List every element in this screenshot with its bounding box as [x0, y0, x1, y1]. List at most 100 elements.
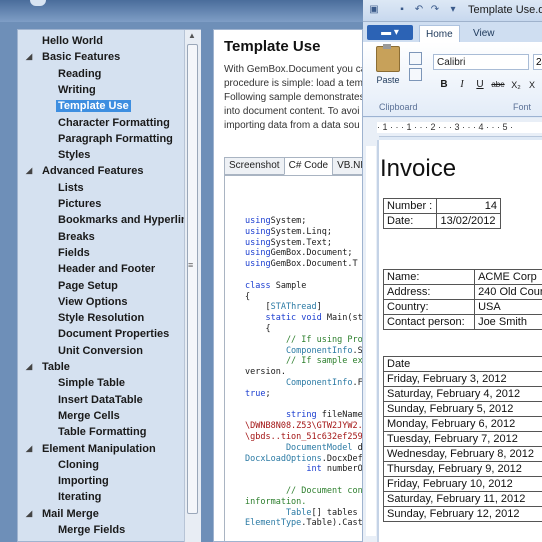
subscript-button[interactable]: X₂: [509, 78, 523, 92]
table-row: Wednesday, February 8, 2012: [383, 446, 542, 462]
tree-item-label: Writing: [58, 83, 96, 96]
code-tab[interactable]: C# Code: [283, 157, 334, 175]
description-line: Following sample demonstrates: [224, 92, 363, 103]
tree-item[interactable]: Paragraph Formatting: [56, 131, 175, 147]
superscript-button[interactable]: X: [525, 78, 539, 92]
tree-item[interactable]: Lists: [56, 180, 86, 196]
tree-item[interactable]: Document Properties: [56, 326, 171, 342]
tree-item[interactable]: ◢ Advanced Features: [26, 163, 145, 179]
tree-scrollbar[interactable]: ▲ ≡: [184, 30, 201, 542]
tree-item[interactable]: Merge Fields: [56, 522, 127, 538]
redo-icon[interactable]: ↷: [429, 4, 441, 16]
code-token: using: [245, 226, 271, 237]
underline-button[interactable]: U: [473, 78, 487, 92]
sample-tree: Hello World ◢ Basic Features Reading Writing…: [17, 29, 201, 542]
code-token: [: [245, 302, 271, 313]
tree-item[interactable]: Insert DataTable: [56, 392, 145, 408]
code-line: {: [245, 324, 362, 335]
tree-item[interactable]: Reading: [56, 66, 103, 82]
font-size-box[interactable]: 24: [533, 54, 542, 70]
font-name-box[interactable]: Calibri: [433, 54, 529, 70]
tree-item[interactable]: Unit Conversion: [56, 343, 145, 359]
table-cell: ACME Corp: [474, 269, 542, 285]
expand-arrow-icon[interactable]: ◢: [26, 441, 32, 457]
scroll-thumb[interactable]: [187, 44, 198, 514]
code-line: ComponentInfo.S: [245, 346, 362, 357]
description-line: importing data from a data sou: [224, 120, 360, 131]
code-line: // If using Pro: [245, 335, 362, 346]
code-token: System.Text;: [270, 237, 333, 248]
tree-item[interactable]: ◢ Mail Merge: [26, 506, 101, 522]
tree-item[interactable]: Importing: [56, 473, 111, 489]
italic-button[interactable]: I: [455, 78, 469, 92]
code-line: Table[] tables: [245, 508, 362, 519]
strikethrough-button[interactable]: abe: [491, 78, 505, 92]
tree-item-label: Character Formatting: [58, 116, 170, 129]
code-line: [STAThread]: [245, 302, 362, 313]
save-icon[interactable]: ▪: [396, 4, 408, 16]
customize-toolbar-icon[interactable]: ▾: [447, 4, 459, 16]
cut-icon[interactable]: [409, 52, 422, 65]
document-page[interactable]: Invoice Number :14 Date: 13/02/2012 Name: A…: [379, 140, 542, 542]
expand-arrow-icon[interactable]: ◢: [26, 163, 32, 179]
date-cell: Saturday, February 11, 2012: [383, 491, 542, 507]
tree-item[interactable]: Template Use: [56, 98, 131, 114]
tab-home[interactable]: Home: [419, 25, 460, 43]
word-app-icon[interactable]: ▣: [368, 4, 380, 16]
expand-arrow-icon[interactable]: ◢: [26, 49, 32, 65]
tree-item[interactable]: Fields: [56, 245, 92, 261]
table-row: Friday, February 10, 2012: [383, 476, 542, 492]
tree-item[interactable]: Style Resolution: [56, 310, 146, 326]
code-tab[interactable]: Screenshot: [224, 157, 285, 175]
tree-item[interactable]: Cloning: [56, 457, 101, 473]
tree-item-label: Mail Merge: [42, 507, 99, 520]
paste-button[interactable]: Paste: [371, 44, 405, 98]
table-row: Saturday, February 4, 2012: [383, 386, 542, 402]
tree-item[interactable]: Header and Footer: [56, 261, 157, 277]
code-token: Main(st: [321, 313, 363, 324]
description-text: With GemBox.Document you ca procedure is …: [224, 63, 363, 133]
tree-item[interactable]: Merge Cells: [56, 408, 122, 424]
expand-arrow-icon[interactable]: ◢: [26, 359, 32, 375]
table-cell: Joe Smith: [474, 314, 542, 330]
tree-item[interactable]: Page Setup: [56, 278, 120, 294]
code-tab[interactable]: VB.NE: [332, 157, 362, 175]
customer-table: Name: ACME Corp Address: 240 Old Cour Countr…: [382, 269, 542, 330]
tree-item[interactable]: ◢ Element Manipulation: [26, 441, 158, 457]
copy-icon[interactable]: [409, 68, 422, 81]
code-token: fileName: [316, 410, 363, 421]
expand-arrow-icon[interactable]: ◢: [26, 506, 32, 522]
tree-item[interactable]: View Options: [56, 294, 129, 310]
tab-view[interactable]: View: [467, 25, 501, 42]
tree-item[interactable]: Breaks: [56, 229, 97, 245]
tree-item[interactable]: Character Formatting: [56, 115, 172, 131]
code-view[interactable]: usingSystem; usingSystem.Linq; usingSystem…: [224, 175, 363, 541]
tree-item[interactable]: Pictures: [56, 196, 103, 212]
tree-item[interactable]: ◢ Table: [26, 359, 72, 375]
tree-item-label: Breaks: [58, 230, 95, 243]
table-cell: Number :: [382, 198, 438, 214]
undo-icon[interactable]: ↶: [413, 4, 425, 16]
font-group-label: Font: [513, 102, 532, 112]
invoice-number-table: Number :14 Date: 13/02/2012: [382, 198, 501, 229]
office-button[interactable]: ▬ ▾: [367, 25, 413, 40]
tree-item[interactable]: ◢ Basic Features: [26, 49, 122, 65]
tree-item[interactable]: Bookmarks and Hyperlinks: [56, 212, 200, 228]
dates-table: Date Friday, February 3, 2012 Saturday, Fe…: [383, 356, 542, 522]
tree-item[interactable]: Hello World: [40, 33, 105, 49]
clipboard-icon: [376, 44, 400, 72]
tree-item[interactable]: Table Formatting: [56, 424, 148, 440]
code-line: class Sample: [245, 281, 362, 292]
bold-button[interactable]: B: [437, 78, 451, 92]
tree-item[interactable]: Iterating: [56, 489, 103, 505]
tree-item[interactable]: Simple Table: [56, 375, 127, 391]
word-title-bar[interactable]: ▣ ▪ ↶ ↷ ▾ Template Use.do: [363, 0, 542, 22]
page-title: Template Use: [224, 38, 321, 55]
tree-item[interactable]: Styles: [56, 147, 92, 163]
code-token: using: [245, 237, 271, 248]
horizontal-ruler[interactable]: · 1 · · · 1 · · · 2 · · · 3 · · · 4 · · …: [363, 118, 542, 137]
code-line: {: [245, 292, 362, 303]
scroll-up-icon[interactable]: ▲: [188, 31, 196, 40]
tree-item[interactable]: Writing: [56, 82, 98, 98]
